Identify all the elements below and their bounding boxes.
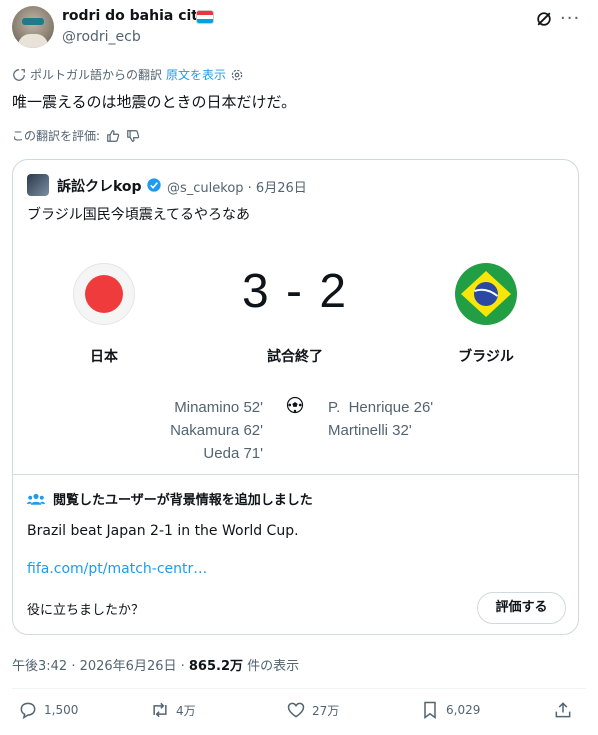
bookmark-button[interactable]: 6,029 (420, 700, 480, 720)
quoted-avatar (27, 174, 49, 196)
community-note: 閲覧したユーザーが背景情報を追加しました Brazil beat Japan 2… (13, 474, 578, 634)
bookmark-count: 6,029 (446, 703, 481, 717)
reply-count: 1,500 (44, 703, 79, 717)
away-team: ブラジル (458, 349, 514, 365)
home-scorer: Minamino 52' (174, 399, 263, 416)
helpful-question: 役に立ちましたか？ (27, 603, 145, 618)
repost-count: 4万 (176, 703, 196, 718)
action-bar: 1,500 4万 27万 6,029 (0, 700, 598, 728)
away-scorer: Martinelli 32' (328, 422, 412, 439)
home-scorer: Nakamura 62' (170, 422, 263, 439)
community-note-link[interactable]: fifa.com/pt/match-centr… (27, 561, 207, 577)
author-handle[interactable]: @rodri_ecb (62, 29, 141, 45)
like-count: 27万 (312, 703, 340, 718)
view-count: 865.2万 (188, 659, 244, 674)
community-note-header: 閲覧したユーザーが背景情報を追加しました (27, 489, 313, 508)
rate-translation-row: この翻訳を評価: (12, 127, 140, 144)
luxembourg-flag-icon (196, 10, 214, 24)
thumbs-down-icon[interactable] (126, 129, 140, 143)
translation-notice: ポルトガル語からの翻訳 (30, 68, 163, 82)
views-label: 件の表示 (243, 659, 300, 674)
quoted-handle-date: @s_culekop · 6月26日 (167, 181, 307, 196)
bookmark-icon (424, 701, 436, 719)
match-score: 3 - 2 (241, 265, 349, 318)
quoted-tweet[interactable]: 訴訟クレkop @s_culekop · 6月26日 ブラジル国民今頃震えてるや… (12, 159, 579, 635)
japan-flag-icon (73, 263, 135, 325)
timestamp[interactable]: 午後3:42 · 2026年6月26日 · (12, 659, 189, 674)
like-button[interactable]: 27万 (286, 700, 339, 720)
users-icon (27, 493, 45, 505)
community-note-title: 閲覧したユーザーが背景情報を追加しました (53, 493, 313, 508)
share-icon (555, 702, 571, 718)
translate-gear-icon[interactable] (230, 68, 244, 82)
rate-note-button[interactable]: 評価する (477, 592, 566, 624)
divider (12, 688, 586, 689)
home-scorer: Ueda 71' (203, 445, 263, 462)
grok-icon[interactable] (534, 9, 554, 29)
repost-button[interactable]: 4万 (150, 700, 196, 720)
away-scorer: P. Henrique 26' (328, 399, 434, 416)
more-icon[interactable]: ··· (560, 8, 580, 29)
community-note-body: Brazil beat Japan 2-1 in the World Cup. (27, 523, 299, 539)
reply-icon (20, 702, 36, 720)
author-name[interactable]: rodri do bahia city (62, 8, 207, 24)
verified-icon (147, 178, 161, 192)
reply-button[interactable]: 1,500 (18, 700, 78, 720)
tweet-text: 唯一震えるのは地震のときの日本だけだ。 (12, 93, 297, 111)
tweet: rodri do bahia city @rodri_ecb ··· ポルトガル… (0, 0, 598, 735)
thumbs-up-icon[interactable] (106, 129, 120, 143)
away-scorers: P. Henrique 26' Martinelli 32' (328, 396, 528, 442)
home-team: 日本 (90, 349, 118, 365)
home-scorers: Minamino 52' Nakamura 62' Ueda 71' (73, 396, 263, 465)
tweet-meta: 午後3:42 · 2026年6月26日 · 865.2万 件の表示 (12, 655, 299, 674)
translation-notice-row: ポルトガル語からの翻訳 原文を表示 (12, 66, 244, 83)
match-status: 試合終了 (267, 349, 323, 365)
soccer-ball-icon (286, 396, 304, 414)
brazil-flag-icon (455, 263, 517, 325)
quoted-author-name: 訴訟クレkop (57, 179, 142, 195)
show-original-link[interactable]: 原文を表示 (166, 66, 226, 83)
repost-icon (153, 702, 167, 718)
quoted-text: ブラジル国民今頃震えてるやろなあ (27, 207, 251, 223)
avatar[interactable] (12, 6, 54, 48)
rate-translation-label: この翻訳を評価: (12, 129, 101, 143)
match-score-card: 3 - 2 日本 試合終了 ブラジル Minamino 52' Nakamura… (13, 236, 578, 466)
like-icon (287, 702, 305, 718)
translate-icon (13, 68, 25, 81)
share-button[interactable] (553, 700, 573, 720)
